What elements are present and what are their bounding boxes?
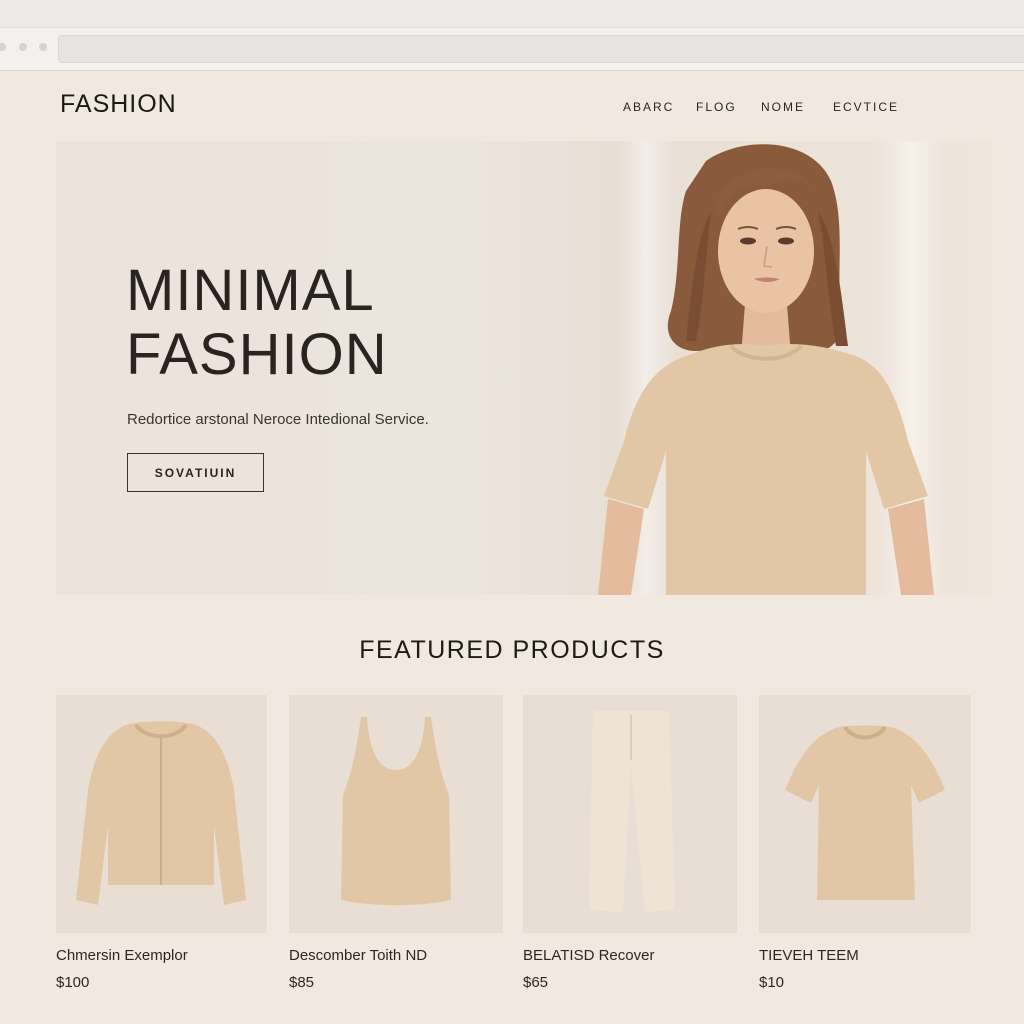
t-shirt-image: [785, 725, 945, 900]
product-image[interactable]: [289, 695, 503, 933]
window-maximize-dot[interactable]: [39, 43, 47, 51]
product-price: $85: [289, 974, 315, 991]
address-bar[interactable]: [58, 35, 1024, 63]
browser-tab-strip: [0, 0, 1024, 28]
product-price: $65: [523, 974, 549, 991]
hero-title: MINIMAL FASHION: [126, 259, 388, 387]
product-image[interactable]: [523, 695, 737, 933]
tank-top-image: [341, 717, 451, 906]
cardigan-image: [76, 721, 246, 905]
trousers-image: [589, 711, 675, 912]
hero-title-line-2: FASHION: [126, 322, 388, 387]
hero-cta-button[interactable]: SOVATIUIN: [127, 453, 264, 492]
product-card[interactable]: BELATISD Recover $65: [523, 695, 737, 991]
window-close-dot[interactable]: [0, 43, 6, 51]
nav-item-4[interactable]: ECVTICE: [833, 100, 899, 114]
model-photo: [598, 144, 934, 595]
product-card[interactable]: TIEVEH TEEM $10: [759, 695, 971, 991]
browser-chrome: [0, 0, 1024, 71]
hero-banner: MINIMAL FASHION Redortice arstonal Neroc…: [56, 141, 993, 595]
product-card[interactable]: Chmersin Exemplor $100: [56, 695, 267, 991]
product-image[interactable]: [759, 695, 971, 933]
nav-item-2[interactable]: FLOG: [696, 100, 737, 114]
product-image[interactable]: [56, 695, 267, 933]
product-name[interactable]: Descomber Toith ND: [289, 947, 427, 964]
nav-item-3[interactable]: NOME: [761, 100, 805, 114]
window-minimize-dot[interactable]: [19, 43, 27, 51]
product-name[interactable]: BELATISD Recover: [523, 947, 654, 964]
product-price: $10: [759, 974, 785, 991]
featured-products-heading: FEATURED PRODUCTS: [359, 636, 665, 664]
hero-title-line-1: MINIMAL: [126, 258, 375, 323]
product-name[interactable]: TIEVEH TEEM: [759, 947, 859, 964]
nav-item-1[interactable]: ABARC: [623, 100, 674, 114]
product-price: $100: [56, 974, 90, 991]
product-name[interactable]: Chmersin Exemplor: [56, 947, 188, 964]
hero-subtitle: Redortice arstonal Neroce Intedional Ser…: [127, 411, 429, 428]
product-card[interactable]: Descomber Toith ND $85: [289, 695, 503, 991]
main-nav: ABARC FLOG NOME ECVTICE: [0, 100, 1024, 120]
